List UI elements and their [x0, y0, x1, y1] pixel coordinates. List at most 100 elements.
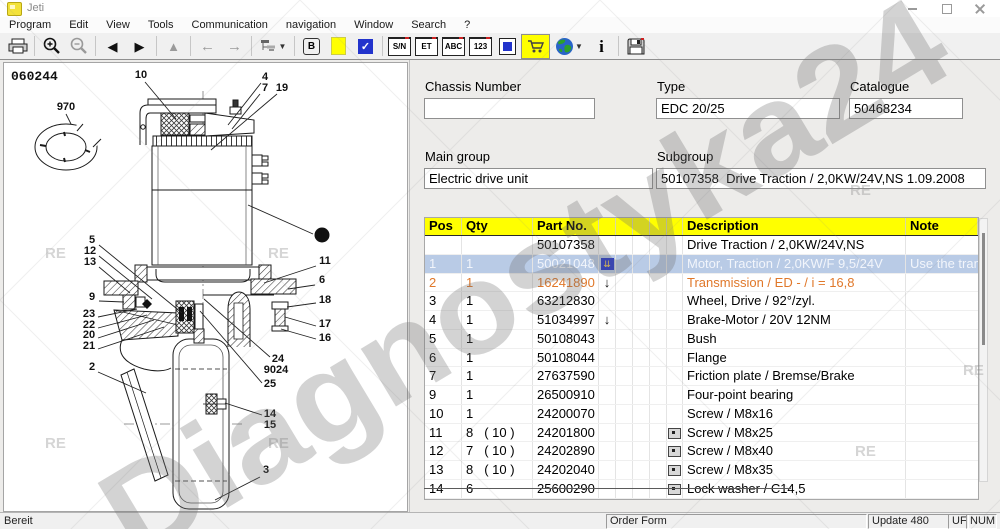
toolbar-separator: [156, 36, 157, 56]
up-level-button[interactable]: ▲: [160, 35, 187, 58]
table-row-pos-5[interactable]: 5 1 50108043 Bush: [425, 329, 978, 349]
abc-book-button[interactable]: ABC: [440, 35, 467, 58]
cell-description: Motor, Traction / 2,0KW/F 9,5/24V: [683, 254, 906, 273]
cell-photo: [667, 423, 683, 442]
column-header-blank[interactable]: [633, 218, 650, 235]
order-cart-button[interactable]: [521, 33, 550, 59]
status-order-form: Order Form: [606, 514, 867, 529]
column-header-blank[interactable]: [667, 218, 683, 235]
callout-label-10: 10: [135, 69, 147, 81]
zoom-out-button[interactable]: [65, 35, 92, 58]
table-row-pos-9[interactable]: 9 1 26500910 Four-point bearing: [425, 386, 978, 405]
highlight-button[interactable]: [325, 35, 352, 58]
catalog-disk-button[interactable]: [494, 35, 521, 58]
previous-button[interactable]: ←: [194, 35, 221, 58]
column-header-description[interactable]: Description: [683, 218, 906, 235]
down-arrow-icon[interactable]: ↓: [604, 275, 611, 290]
cell-part-no: 24201800: [533, 423, 599, 442]
cell-blank: [650, 348, 667, 367]
cell-part-no: 26500910: [533, 386, 599, 404]
cell-blank: [616, 423, 633, 442]
close-button[interactable]: [968, 3, 992, 15]
replacement-link-icon[interactable]: ⇊: [600, 258, 614, 271]
save-button[interactable]: [622, 35, 649, 58]
checkmark-button[interactable]: ✓: [352, 35, 379, 58]
table-row-pos-13[interactable]: 13 8( 10 ) 24202040 Screw / M8x35: [425, 461, 978, 480]
table-row-pos-4[interactable]: 4 1 51034997 ↓ Brake-Motor / 20V 12NM: [425, 311, 978, 330]
subgroup-field[interactable]: 50107358 Drive Traction / 2,0KW/24V,NS 1…: [656, 168, 986, 189]
type-field[interactable]: EDC 20/25: [656, 98, 840, 119]
info-button[interactable]: i: [588, 35, 615, 58]
catalogue-label: Catalogue: [850, 79, 910, 94]
table-scrollbar[interactable]: [979, 218, 988, 482]
column-header-note[interactable]: Note: [906, 218, 978, 235]
maximize-button[interactable]: [935, 3, 959, 15]
cell-part-no: 50108043: [533, 329, 599, 348]
table-row-pos-12[interactable]: 12 7( 10 ) 24202890 Screw / M8x40: [425, 442, 978, 461]
catalogue-field[interactable]: 50468234: [849, 98, 963, 119]
menu-item-search[interactable]: Search: [402, 18, 455, 32]
tree-icon: [260, 40, 275, 51]
menu-item-window[interactable]: Window: [345, 18, 402, 32]
cell-description: Bush: [683, 329, 906, 348]
cell-note: Use the tran: [910, 255, 978, 271]
chassis-number-field[interactable]: [424, 98, 595, 119]
cell-blank: [633, 329, 650, 348]
cell-part-no: 27637590: [533, 367, 599, 385]
cell-note: [906, 292, 978, 310]
table-row-pos-11[interactable]: 11 8( 10 ) 24201800 Screw / M8x25: [425, 423, 978, 443]
serial-number-book-button[interactable]: S/N: [386, 35, 413, 58]
next-button[interactable]: →: [221, 35, 248, 58]
language-button[interactable]: ▼: [550, 35, 588, 58]
cell-photo: [667, 329, 683, 348]
photo-icon[interactable]: [668, 483, 681, 495]
table-row-pos-10[interactable]: 10 1 24200070 Screw / M8x16: [425, 404, 978, 424]
cell-flag: [599, 236, 616, 254]
down-arrow-icon[interactable]: ↓: [604, 312, 611, 327]
et-book-button[interactable]: ET: [413, 35, 440, 58]
forward-button[interactable]: ▶: [126, 35, 153, 58]
menu-item-navigation[interactable]: navigation: [277, 18, 345, 32]
column-header-pos[interactable]: Pos: [425, 218, 462, 235]
table-row-pos-7[interactable]: 7 1 27637590 Friction plate / Bremse/Brake: [425, 367, 978, 386]
menu-item-help[interactable]: ?: [455, 18, 479, 32]
photo-icon[interactable]: [668, 446, 681, 458]
minimize-button[interactable]: [900, 3, 924, 15]
table-row-pos-1[interactable]: 1 1 50021048 ⇊ Motor, Traction / 2,0KW/F 9,5…: [425, 254, 978, 274]
cell-part-no: 16241890: [533, 273, 599, 292]
main-group-field[interactable]: Electric drive unit: [424, 168, 653, 189]
column-header-blank[interactable]: [650, 218, 667, 235]
app-window: Jeti Program Edit View Tools Communication na…: [0, 0, 1000, 529]
menu-item-view[interactable]: View: [97, 18, 139, 32]
menu-item-tools[interactable]: Tools: [139, 18, 183, 32]
back-icon: ◀: [107, 38, 118, 54]
cell-blank: [650, 442, 667, 460]
callout-leader-18: [287, 303, 316, 307]
photo-icon[interactable]: [668, 465, 681, 477]
tree-view-button[interactable]: ▼: [255, 35, 291, 58]
numeric-book-button[interactable]: 123: [467, 35, 494, 58]
column-header-partno[interactable]: Part No.: [533, 218, 599, 235]
table-row-pos-2[interactable]: 2 1 16241890 ↓ Transmission / ED - / i = 16,…: [425, 273, 978, 293]
scrollbar-thumb[interactable]: [982, 233, 985, 345]
table-row-pos-3[interactable]: 3 1 63212830 Wheel, Drive / 92°/zyl.: [425, 292, 978, 311]
exploded-drawing: 060244 97010 47 19151213923222021211618171…: [11, 69, 331, 511]
photo-icon[interactable]: [668, 427, 681, 439]
menu-item-program[interactable]: Program: [0, 18, 60, 32]
zoom-in-button[interactable]: [38, 35, 65, 58]
menu-item-communication[interactable]: Communication: [183, 18, 277, 32]
bold-b-button[interactable]: B: [298, 35, 325, 58]
column-header-blank[interactable]: [599, 218, 616, 235]
back-button[interactable]: ◀: [99, 35, 126, 58]
table-row-pos-6[interactable]: 6 1 50108044 Flange: [425, 348, 978, 368]
column-header-qty[interactable]: Qty: [462, 218, 533, 235]
table-row-group[interactable]: 50107358 Drive Traction / 2,0KW/24V,NS: [425, 236, 978, 255]
print-button[interactable]: [4, 35, 31, 58]
type-label: Type: [657, 79, 686, 94]
table-row-pos-14[interactable]: 14625600290Lock washer / C14,5: [425, 479, 978, 499]
diagram-panel[interactable]: 060244 970 10 4 7 19 1 5 12 13 9 23 22 20 21 2 11 6 18 17 1…: [3, 62, 408, 512]
cell-pos: 2: [425, 273, 462, 292]
menu-item-edit[interactable]: Edit: [60, 18, 97, 32]
column-header-blank[interactable]: [616, 218, 633, 235]
cell-blank: [616, 348, 633, 367]
